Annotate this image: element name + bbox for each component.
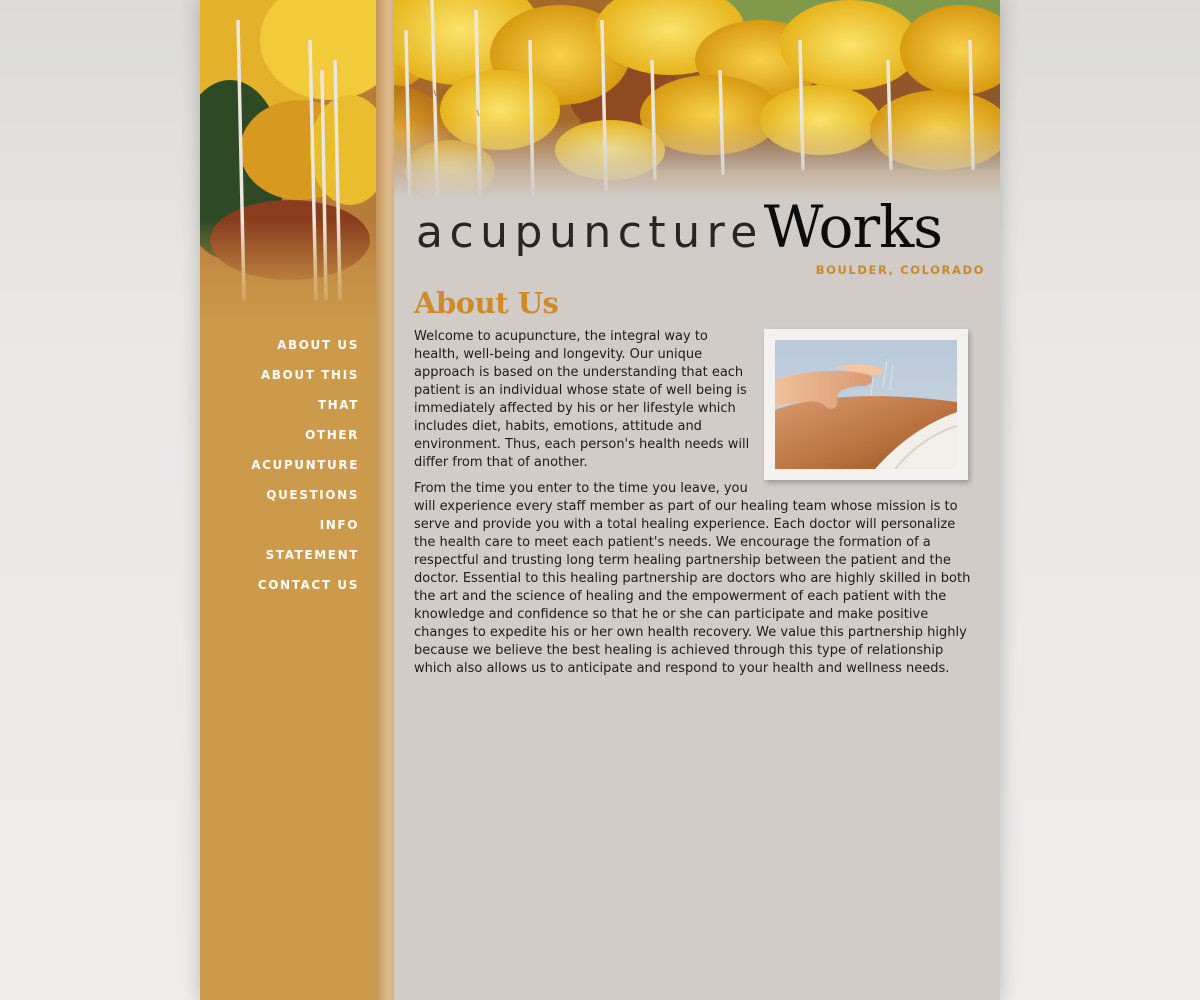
nav-link-about-this[interactable]: ABOUT THIS [261,368,359,382]
nav-link-other[interactable]: OTHER [305,428,359,442]
nav-item-that: THAT [200,390,376,420]
nav-item-contact-us: CONTACT US [200,570,376,600]
nav-item-info: INFO [200,510,376,540]
page-container: ABOUT US ABOUT THIS THAT OTHER ACUPUNTUR… [200,0,1000,1000]
sidebar-edge [376,0,394,1000]
nav-item-about-this: ABOUT THIS [200,360,376,390]
site-location: BOULDER, COLORADO [815,263,985,277]
acupuncture-photo-frame [764,329,968,480]
logo-text-bold: Works [763,193,943,261]
nav-link-questions[interactable]: QUESTIONS [266,488,359,502]
nav-link-contact-us[interactable]: CONTACT US [258,578,359,592]
nav-item-other: OTHER [200,420,376,450]
logo-text-light: acupuncture [416,207,764,258]
nav-link-that[interactable]: THAT [318,398,359,412]
nav-link-statement[interactable]: STATEMENT [266,548,359,562]
page-title: About Us [414,286,559,320]
site-logo[interactable]: acupunctureWorks [416,193,990,263]
nav-link-about-us[interactable]: ABOUT US [277,338,359,352]
main-content: About Us Welcome to acupuncture, the int… [414,286,974,686]
nav-link-info[interactable]: INFO [320,518,359,532]
acupuncture-photo [775,340,957,469]
nav-item-statement: STATEMENT [200,540,376,570]
nav-item-acupunture: ACUPUNTURE [200,450,376,480]
nav-link-acupunture[interactable]: ACUPUNTURE [251,458,359,472]
nav-item-questions: QUESTIONS [200,480,376,510]
main-nav: ABOUT US ABOUT THIS THAT OTHER ACUPUNTUR… [200,330,376,600]
nav-item-about-us: ABOUT US [200,330,376,360]
sidebar: ABOUT US ABOUT THIS THAT OTHER ACUPUNTUR… [200,0,376,1000]
sidebar-photo-fade [200,220,376,340]
body-paragraph: From the time you enter to the time you … [414,481,971,676]
sidebar-photo [200,0,376,340]
